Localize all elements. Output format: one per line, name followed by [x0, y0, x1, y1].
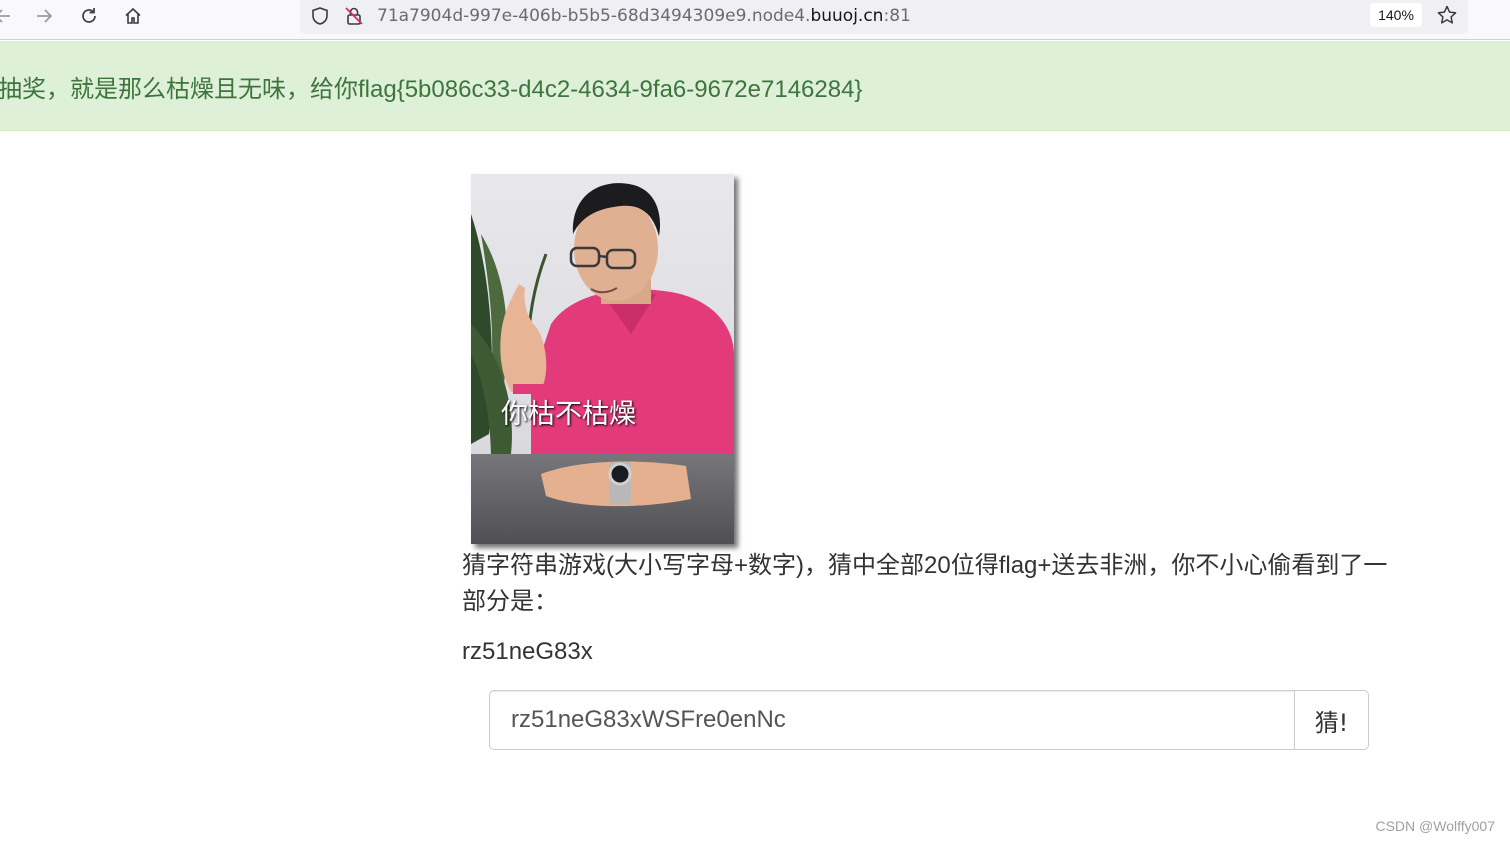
back-icon[interactable]	[0, 3, 18, 29]
forward-icon[interactable]	[29, 3, 59, 29]
csdn-watermark: CSDN @Wolffy007	[1375, 818, 1495, 834]
guess-button[interactable]: 猜!	[1294, 690, 1369, 750]
meme-image: 你枯不枯燥	[471, 174, 734, 544]
zoom-level-button[interactable]: 140%	[1370, 3, 1422, 27]
shield-icon[interactable]	[309, 5, 331, 27]
home-icon[interactable]	[118, 3, 148, 29]
url-text[interactable]: 71a7904d-997e-406b-b5b5-68d3494309e9.nod…	[377, 6, 911, 26]
star-icon[interactable]	[1436, 4, 1460, 28]
flag-alert: 抽奖，就是那么枯燥且无味，给你flag{5b086c33-d4c2-4634-9…	[0, 41, 1510, 131]
partial-string: rz51neG83x	[462, 638, 593, 665]
url-port: :81	[883, 6, 911, 26]
insecure-lock-icon[interactable]	[343, 5, 365, 27]
url-domain: buuoj.cn	[810, 6, 884, 26]
url-prefix: 71a7904d-997e-406b-b5b5-68d3494309e9.nod…	[377, 6, 811, 26]
guess-input[interactable]	[489, 690, 1295, 750]
url-bar[interactable]: 71a7904d-997e-406b-b5b5-68d3494309e9.nod…	[300, 0, 1468, 34]
reload-icon[interactable]	[74, 3, 104, 29]
flag-alert-text: 抽奖，就是那么枯燥且无味，给你flag{5b086c33-d4c2-4634-9…	[0, 76, 863, 103]
game-prompt: 猜字符串游戏(大小写字母+数字)，猜中全部20位得flag+送去非洲，你不小心偷…	[462, 552, 1388, 615]
meme-caption: 你枯不枯燥	[501, 399, 636, 430]
browser-toolbar: 71a7904d-997e-406b-b5b5-68d3494309e9.nod…	[0, 0, 1510, 40]
